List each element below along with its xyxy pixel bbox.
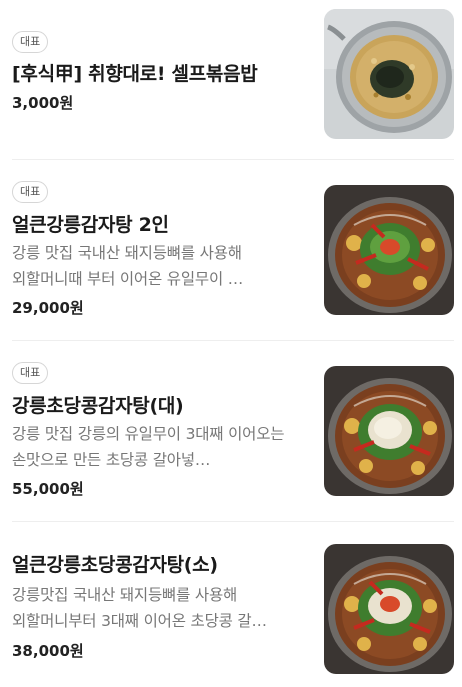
signature-badge: 대표 <box>12 362 49 384</box>
menu-item-description: 강릉 맛집 국내산 돼지등뼈를 사용해 외할머니때 부터 이어온 유일무이 … <box>12 244 244 288</box>
gamjatang-image[interactable] <box>324 185 454 315</box>
menu-item[interactable]: 대표 강릉초당콩감자탕(대) 강릉 맛집 강릉의 유일무이 3대째 이어오는 손… <box>12 341 454 522</box>
menu-item[interactable]: 대표 얼큰강릉감자탕 2인 강릉 맛집 국내산 돼지등뼈를 사용해 외할머니때 … <box>12 160 454 341</box>
fried-rice-pan-illustration <box>324 9 454 139</box>
menu-item-name: [후식甲] 취향대로! 셀프볶음밥 <box>12 63 258 85</box>
signature-badge: 대표 <box>12 181 49 203</box>
menu-item[interactable]: 얼큰강릉초당콩감자탕(소) 강릉맛집 국내산 돼지등뼈를 사용해 외할머니부터 … <box>12 522 454 687</box>
menu-item-price: 55,000원 <box>12 480 84 498</box>
menu-item[interactable]: 대표 [후식甲] 취향대로! 셀프볶음밥 3,000원 <box>12 0 454 160</box>
menu-item-price: 38,000원 <box>12 642 84 660</box>
gamjatang-image[interactable] <box>324 366 454 496</box>
menu-item-price: 29,000원 <box>12 299 84 317</box>
menu-item-name: 얼큰강릉감자탕 2인 <box>12 214 169 236</box>
menu-item-description: 강릉맛집 국내산 돼지등뼈를 사용해 외할머니부터 3대째 이어온 초당콩 갈… <box>12 586 267 630</box>
gamjatang-image[interactable] <box>324 544 454 674</box>
menu-item-name: 얼큰강릉초당콩감자탕(소) <box>12 554 218 576</box>
fried-rice-image[interactable] <box>324 9 454 139</box>
spicy-gamjatang-illustration <box>324 185 454 315</box>
menu-item-price: 3,000원 <box>12 94 74 112</box>
menu-item-description: 강릉 맛집 강릉의 유일무이 3대째 이어오는 손맛으로 만든 초당콩 갈아넣… <box>12 425 285 469</box>
menu-list: 대표 [후식甲] 취향대로! 셀프볶음밥 3,000원 대표 얼큰강릉감자탕 2… <box>0 0 462 687</box>
chodang-bean-gamjatang-illustration <box>324 366 454 496</box>
menu-item-name: 강릉초당콩감자탕(대) <box>12 395 184 417</box>
signature-badge: 대표 <box>12 31 49 53</box>
spicy-chodang-gamjatang-illustration <box>324 544 454 674</box>
